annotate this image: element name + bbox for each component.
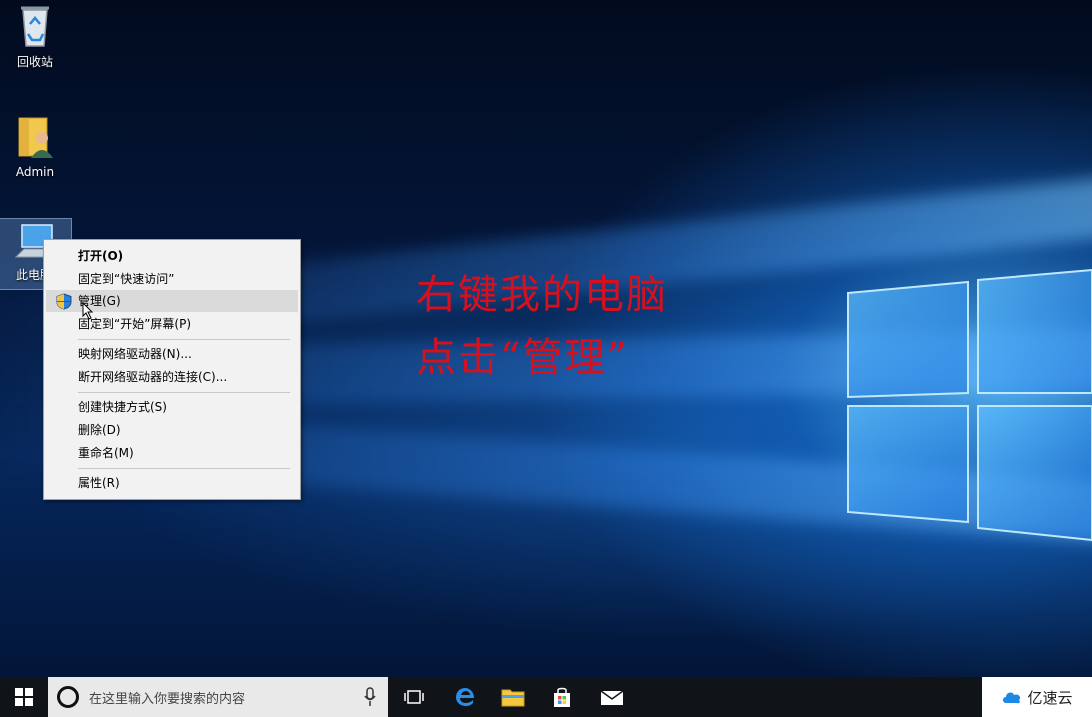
taskbar: 在这里输入你要搜索的内容: [0, 677, 1092, 717]
menu-item-pin-quick-access[interactable]: 固定到“快速访问”: [46, 268, 298, 290]
search-box[interactable]: 在这里输入你要搜索的内容: [48, 677, 388, 717]
task-view-icon: [404, 690, 424, 704]
start-button[interactable]: [0, 677, 48, 717]
edge-icon: [456, 688, 474, 706]
menu-item-rename[interactable]: 重命名(M): [46, 442, 298, 464]
menu-item-manage[interactable]: 管理(G): [46, 290, 298, 320]
menu-separator: [78, 392, 290, 393]
edge-button[interactable]: [441, 677, 489, 717]
desktop-icon-recycle-bin[interactable]: 回收站: [0, 4, 70, 72]
watermark-text: 亿速云: [1027, 688, 1073, 707]
file-explorer-button[interactable]: [489, 677, 537, 717]
watermark: 亿速云: [982, 677, 1092, 717]
search-placeholder: 在这里输入你要搜索的内容: [89, 691, 246, 707]
desktop: 回收站 Admin 此电脑 打开(O) 固定到“快速访问” 管理(G) 固定到“…: [0, 0, 1092, 677]
menu-item-disconnect-drive[interactable]: 断开网络驱动器的连接(C)...: [46, 366, 298, 388]
desktop-icon-label: 回收站: [16, 55, 53, 69]
menu-item-properties[interactable]: 属性(R): [46, 472, 298, 494]
menu-separator: [78, 468, 290, 469]
menu-item-create-shortcut[interactable]: 创建快捷方式(S): [46, 396, 298, 418]
user-folder-icon: [18, 117, 53, 158]
windows-logo-icon: [15, 688, 33, 706]
context-menu: 打开(O) 固定到“快速访问” 管理(G) 固定到“开始”屏幕(P) 映射网络驱…: [43, 239, 301, 500]
menu-item-open[interactable]: 打开(O): [46, 245, 298, 267]
store-button[interactable]: [538, 677, 586, 717]
store-icon: [554, 687, 570, 707]
desktop-icon-admin[interactable]: Admin: [0, 114, 70, 182]
task-view-button[interactable]: [390, 677, 438, 717]
mail-button[interactable]: [588, 677, 636, 717]
menu-item-delete[interactable]: 删除(D): [46, 419, 298, 441]
mail-icon: [600, 690, 624, 705]
cortana-icon: [57, 686, 79, 708]
annotation-line-2: 点击“管理”: [416, 335, 629, 381]
cloud-logo-icon: [1003, 692, 1021, 704]
annotation-line-1: 右键我的电脑: [416, 272, 668, 318]
desktop-icon-label: Admin: [15, 165, 55, 179]
menu-separator: [78, 339, 290, 340]
menu-item-pin-start[interactable]: 固定到“开始”屏幕(P): [46, 313, 298, 335]
recycle-bin-icon: [21, 6, 49, 47]
microphone-icon[interactable]: [364, 687, 376, 707]
uac-shield-icon: [56, 293, 72, 310]
menu-item-map-drive[interactable]: 映射网络驱动器(N)...: [46, 343, 298, 365]
file-explorer-icon: [501, 689, 525, 707]
